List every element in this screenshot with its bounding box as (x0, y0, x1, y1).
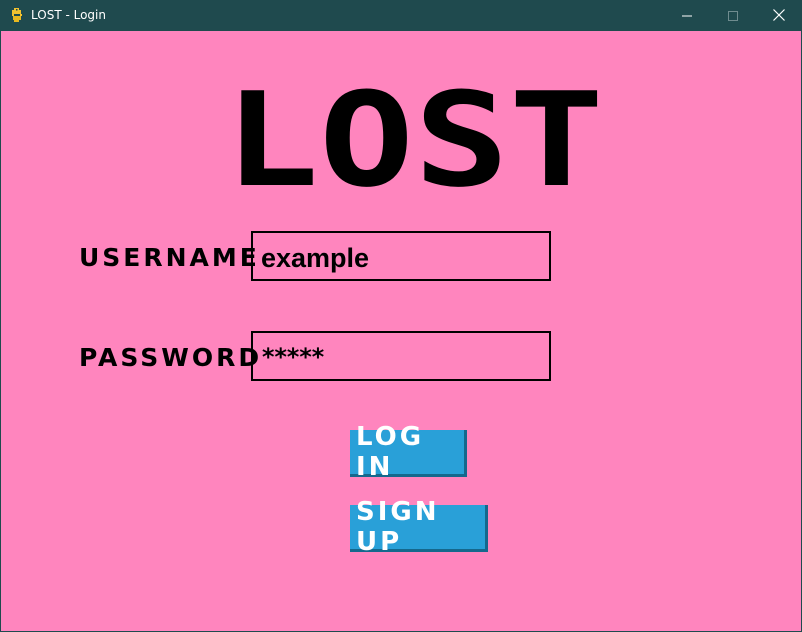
close-icon (773, 6, 785, 25)
title-bar[interactable]: LOST - Login (0, 0, 802, 31)
username-input[interactable]: example (251, 231, 551, 281)
python-snake-icon (9, 7, 25, 23)
maximize-icon (728, 6, 738, 25)
password-input[interactable]: ***** (251, 331, 551, 381)
username-label: USERNAME (79, 243, 260, 272)
minimize-button[interactable] (664, 0, 710, 31)
username-value: example (261, 243, 370, 273)
password-label: PASSWORD (79, 343, 263, 372)
maximize-button[interactable] (710, 0, 756, 31)
game-window: LOST - Login LOST USERNAME example PASSW… (0, 0, 802, 632)
close-button[interactable] (756, 0, 802, 31)
login-screen: LOST USERNAME example PASSWORD ***** LOG… (1, 31, 801, 631)
logo-text: LOST (224, 87, 604, 189)
minimize-icon (682, 6, 692, 25)
game-logo: LOST (224, 87, 604, 189)
signup-button[interactable]: SIGN UP (350, 497, 488, 557)
password-mask: ***** (261, 343, 325, 371)
window-title: LOST - Login (31, 8, 106, 22)
login-button[interactable]: LOG IN (350, 422, 467, 482)
